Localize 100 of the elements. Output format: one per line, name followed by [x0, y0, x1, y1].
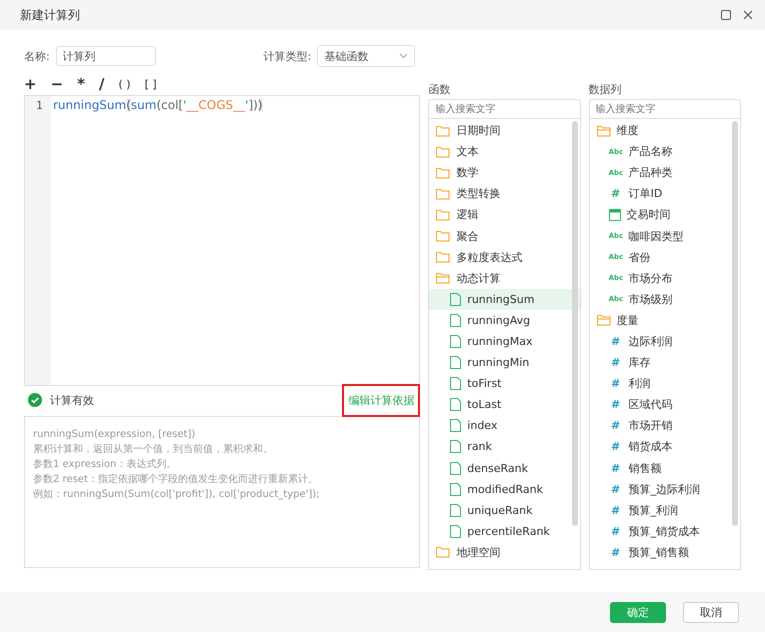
document-icon — [450, 398, 462, 412]
field-item[interactable]: # 利润 — [590, 373, 740, 394]
number-type-icon: # — [608, 462, 623, 475]
category-item[interactable]: 动态计算 — [429, 268, 580, 289]
field-item[interactable]: # 边际利润 — [590, 330, 740, 352]
group-item[interactable]: 维度 — [590, 120, 740, 142]
code-line: runningSum(sum(col['__COGS__'])) — [52, 97, 263, 112]
document-icon — [450, 504, 462, 517]
document-icon — [450, 334, 462, 348]
line-number: 1 — [36, 99, 43, 112]
operator-button[interactable]: ( ) — [118, 78, 131, 90]
folder-icon — [596, 124, 611, 137]
field-item[interactable]: 交易时间 — [590, 204, 740, 226]
document-icon — [450, 356, 462, 370]
number-type-icon: # — [608, 356, 623, 370]
folder-icon — [436, 146, 450, 158]
function-item[interactable]: denseRank — [429, 458, 580, 479]
description-line: runningSum(expression, [reset]) — [33, 428, 196, 442]
description-line: 参数2 reset：指定依据哪个字段的值发生变化而进行重新累计。 — [33, 472, 319, 487]
type-label: 计算类型: — [264, 48, 312, 64]
chevron-down-icon — [399, 53, 408, 59]
category-item[interactable]: 文本 — [429, 141, 580, 162]
field-item[interactable]: # 预算_利润 — [590, 500, 740, 521]
number-type-icon: # — [608, 419, 623, 432]
operator-button[interactable]: − — [50, 75, 64, 93]
function-item[interactable]: uniqueRank — [429, 500, 580, 521]
operator-button[interactable]: / — [99, 75, 104, 93]
folder-icon — [436, 188, 450, 200]
number-type-icon: # — [608, 504, 623, 517]
function-item[interactable]: percentileRank — [429, 520, 580, 542]
name-field[interactable]: 计算列 — [56, 46, 156, 66]
operator-button[interactable]: * — [77, 75, 86, 93]
field-item[interactable]: # 预算_边际利润 — [590, 478, 740, 500]
category-item[interactable]: 类型转换 — [429, 183, 580, 204]
category-item[interactable]: 日期时间 — [429, 120, 580, 142]
field-item[interactable]: # 订单ID — [590, 183, 740, 204]
field-item[interactable]: # 预算_销售额 — [590, 542, 740, 563]
category-item[interactable]: 数学 — [429, 162, 580, 184]
status-text: 计算有效 — [50, 392, 94, 408]
number-type-icon: # — [608, 398, 623, 412]
field-item[interactable]: # 预算_销货成本 — [590, 520, 740, 542]
folder-icon — [596, 314, 611, 326]
number-type-icon: # — [608, 377, 623, 390]
number-type-icon: # — [608, 440, 623, 454]
cancel-button[interactable]: 取消 — [683, 602, 739, 622]
name-label: 名称: — [24, 48, 50, 64]
description-line: 累积计算和，返回从第一个值，到当前值，累积求和。 — [33, 442, 274, 457]
document-icon — [450, 292, 462, 306]
scrollbar[interactable] — [732, 121, 738, 526]
category-item[interactable]: 聚合 — [429, 225, 580, 247]
function-item[interactable]: toLast — [429, 394, 580, 416]
field-item[interactable]: # 区域代码 — [590, 394, 740, 416]
function-item[interactable]: modifiedRank — [429, 478, 580, 500]
functions-heading: 函数 — [428, 82, 452, 98]
folder-icon — [436, 272, 450, 284]
number-type-icon: # — [608, 334, 623, 348]
number-type-icon: # — [608, 187, 623, 200]
operator-button[interactable]: [ ] — [144, 78, 157, 90]
field-item[interactable]: # 市场开销 — [590, 415, 740, 436]
number-type-icon: # — [608, 482, 623, 496]
search-field[interactable]: 输入搜索文字 — [428, 99, 581, 119]
folder-icon — [436, 124, 450, 137]
description-line: 例如：runningSum(Sum(col['profit']), col['product_type']); — [33, 488, 321, 502]
close-icon[interactable] — [743, 10, 753, 20]
scrollbar[interactable] — [572, 121, 578, 526]
number-type-icon: # — [608, 546, 623, 559]
category-item[interactable]: 地理空间 — [429, 542, 580, 563]
description-line: 参数1 expression：表达式列。 — [33, 458, 178, 472]
folder-icon — [436, 230, 450, 242]
field-item[interactable]: # 销售额 — [590, 458, 740, 479]
function-item[interactable]: runningAvg — [429, 310, 580, 331]
function-item[interactable]: runningSum — [429, 288, 580, 310]
document-icon — [450, 419, 462, 432]
document-icon — [450, 377, 462, 390]
function-item[interactable]: index — [429, 415, 580, 436]
columns-heading: 数据列 — [588, 82, 623, 98]
folder-icon — [436, 546, 450, 558]
operator-button[interactable]: + — [24, 75, 37, 93]
search-field[interactable]: 输入搜索文字 — [588, 99, 741, 119]
field-item[interactable]: # 销货成本 — [590, 436, 740, 458]
function-item[interactable]: runningMin — [429, 352, 580, 374]
field-item[interactable]: # 库存 — [590, 352, 740, 374]
type-select[interactable]: 基础函数 — [317, 45, 416, 67]
window-title: 新建计算列 — [20, 6, 81, 24]
category-item[interactable]: 逻辑 — [429, 204, 580, 226]
document-icon — [450, 314, 462, 327]
folder-icon — [436, 166, 450, 179]
document-icon — [450, 440, 462, 454]
folder-icon — [436, 208, 450, 221]
function-item[interactable]: toFirst — [429, 373, 580, 394]
number-type-icon: # — [608, 524, 623, 538]
function-item[interactable]: runningMax — [429, 330, 580, 352]
document-icon — [450, 524, 462, 538]
code-editor[interactable]: 1 runningSum(sum(col['__COGS__'])) — [24, 95, 420, 386]
category-item[interactable]: 多粒度表达式 — [429, 246, 580, 268]
calendar-icon — [608, 208, 621, 221]
function-item[interactable]: rank — [429, 436, 580, 458]
group-item[interactable]: 度量 — [590, 310, 740, 331]
maximize-icon[interactable] — [721, 10, 731, 20]
document-icon — [450, 462, 462, 475]
